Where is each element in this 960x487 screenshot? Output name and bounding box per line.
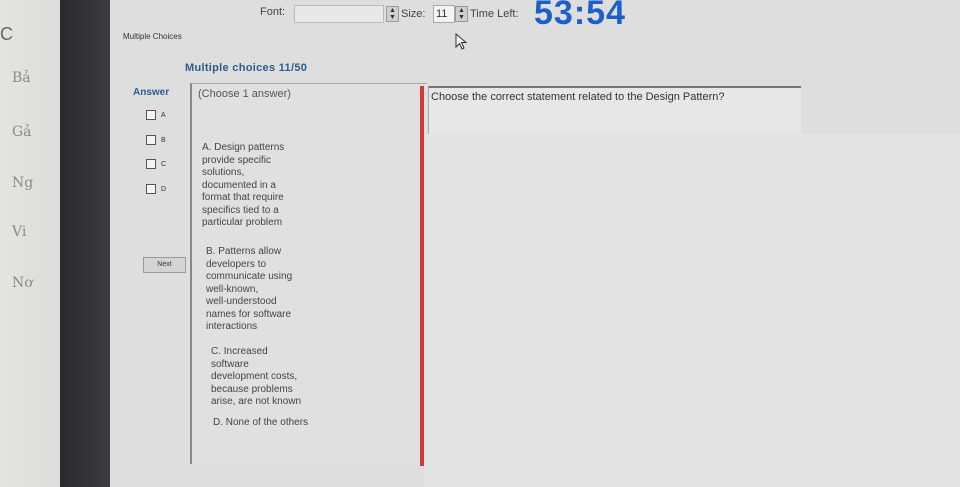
background-window: C Bả Gả Ng Vi Nơ xyxy=(0,0,60,487)
time-left-label: Time Left: xyxy=(470,8,519,20)
choice-a[interactable]: A xyxy=(146,110,166,120)
choice-c[interactable]: C xyxy=(146,159,166,169)
choice-b[interactable]: B xyxy=(146,135,166,145)
next-button[interactable]: Next xyxy=(143,257,186,273)
size-spinner-icon[interactable]: ▲ ▼ xyxy=(386,6,399,22)
option-c-text: C. Increased software development costs,… xyxy=(211,346,302,407)
font-select[interactable] xyxy=(294,5,384,23)
checkbox-d[interactable] xyxy=(146,184,156,194)
choice-c-label: C xyxy=(161,160,167,168)
tab-multiple-choices[interactable]: Multiple Choices xyxy=(123,32,182,41)
option-d-text: D. None of the others xyxy=(213,417,309,428)
option-b-text: B. Patterns allow developers to communic… xyxy=(206,246,293,332)
answer-label: Answer xyxy=(133,87,170,98)
background-text-2: Gả xyxy=(12,124,32,140)
background-text-1: Bả xyxy=(12,70,31,86)
size-stepper-icon[interactable]: ▲ ▼ xyxy=(455,6,468,22)
choice-d-label: D xyxy=(161,185,167,193)
question-box: Choose the correct statement related to … xyxy=(428,86,801,136)
option-a-text: A. Design patterns provide specific solu… xyxy=(202,142,285,228)
question-text: Choose the correct statement related to … xyxy=(431,91,725,103)
background-edge-mark: C xyxy=(0,24,13,44)
size-input[interactable]: 11 xyxy=(433,5,455,23)
background-text-3: Ng xyxy=(12,175,34,191)
choice-d[interactable]: D xyxy=(146,184,166,194)
font-label: Font: xyxy=(260,6,286,18)
choice-a-label: A xyxy=(161,111,166,119)
checkbox-a[interactable] xyxy=(146,110,156,120)
timer-display: 53:54 xyxy=(534,0,626,32)
size-label: Size: xyxy=(401,8,426,20)
instruction-text: (Choose 1 answer) xyxy=(198,88,291,100)
checkbox-c[interactable] xyxy=(146,159,156,169)
options-panel: (Choose 1 answer) A. Design patterns pro… xyxy=(190,83,427,464)
exam-app-window: Font: ▲ ▼ Size: 11 ▲ ▼ Time Left: 53:54 Mu… xyxy=(110,0,960,487)
choice-b-label: B xyxy=(161,136,166,144)
question-counter-title: Multiple choices 11/50 xyxy=(185,62,308,74)
toolbar: Font: ▲ ▼ Size: 11 ▲ ▼ Time Left: 53:54 xyxy=(110,0,960,32)
checkbox-b[interactable] xyxy=(146,135,156,145)
question-content-area xyxy=(424,134,960,487)
background-text-4: Vi xyxy=(12,224,27,240)
mouse-cursor-icon xyxy=(455,33,468,50)
background-text-5: Nơ xyxy=(12,275,33,291)
